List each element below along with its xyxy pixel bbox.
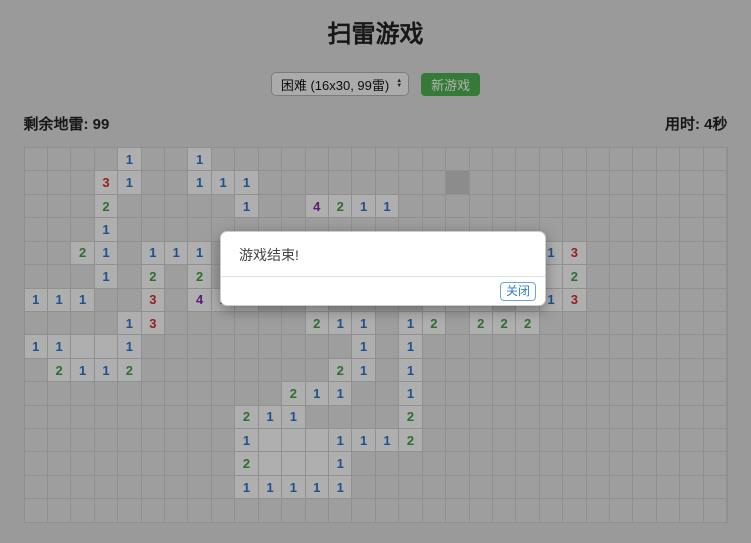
close-button[interactable]: 关闭 [500, 282, 536, 301]
dialog-footer: 关闭 [221, 276, 545, 305]
game-over-dialog: 游戏结束! 关闭 [220, 231, 546, 306]
dialog-message: 游戏结束! [221, 232, 545, 276]
